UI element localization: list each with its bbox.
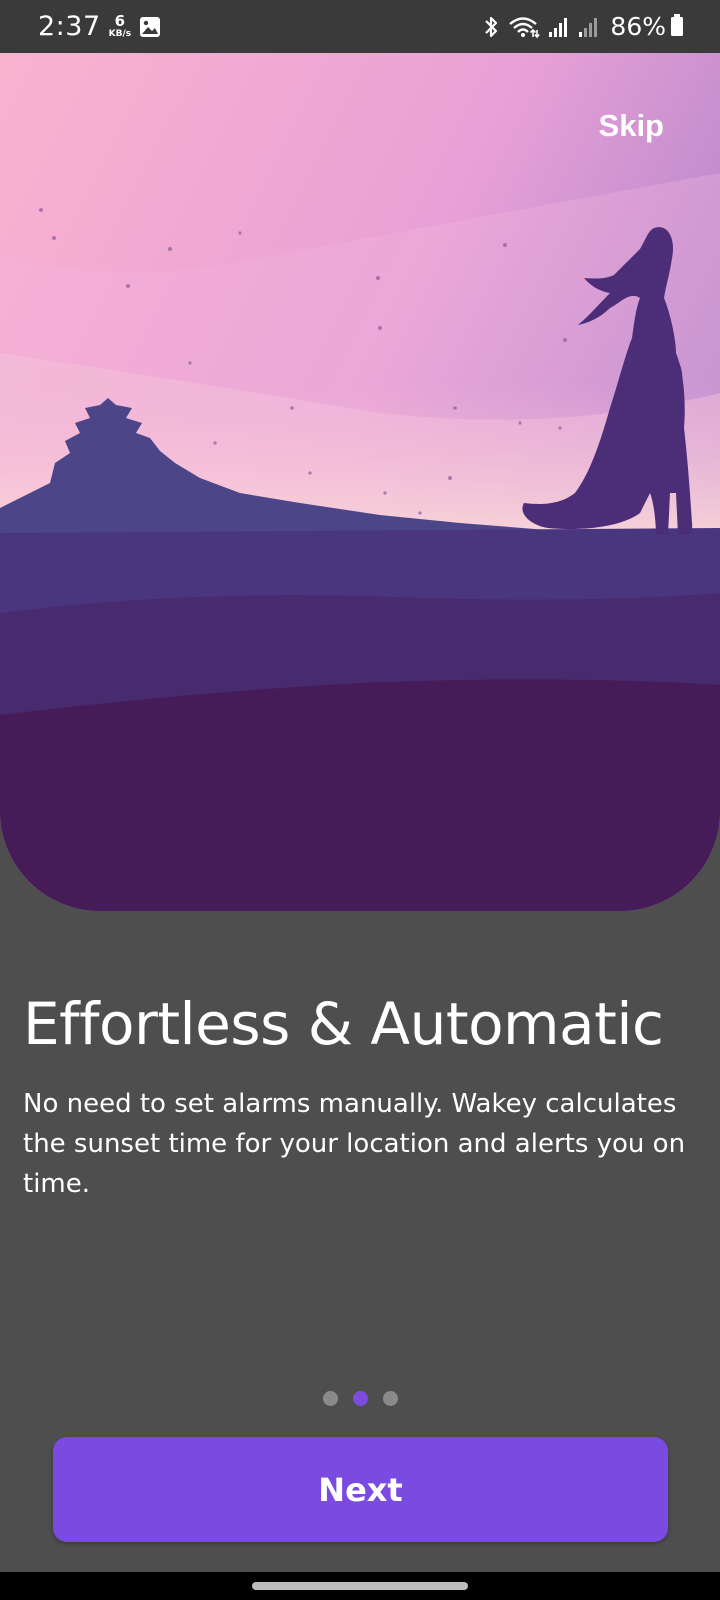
- skip-button[interactable]: Skip: [599, 108, 664, 144]
- battery-icon: [670, 13, 684, 41]
- page-dot-active[interactable]: [352, 1391, 368, 1406]
- status-time: 2:37: [38, 11, 101, 42]
- home-gesture-handle[interactable]: [252, 1582, 468, 1590]
- status-bar: 2:37 6 KB/s 86%: [0, 0, 720, 53]
- signal-icon: [578, 15, 600, 39]
- wifi-icon: [508, 15, 541, 39]
- onboarding-title: Effortless & Automatic: [23, 990, 664, 1058]
- signal-icon: [548, 15, 570, 39]
- network-speed-value: 6: [114, 12, 126, 30]
- page-dot[interactable]: [322, 1391, 338, 1406]
- battery-percent: 86%: [610, 12, 666, 41]
- status-bar-right: 86%: [474, 12, 684, 41]
- network-speed: 6 KB/s: [109, 14, 131, 39]
- page-indicator: [0, 1391, 720, 1406]
- status-bar-left: 2:37 6 KB/s: [38, 11, 161, 42]
- onboarding-screen: 2:37 6 KB/s 86% Skip Effortless & Automa…: [0, 0, 720, 1600]
- sunset-silhouette-illustration: [0, 53, 720, 911]
- network-speed-unit: KB/s: [108, 29, 132, 39]
- hero-illustration: [0, 53, 720, 911]
- gallery-icon: [139, 16, 161, 38]
- next-button[interactable]: Next: [53, 1437, 668, 1542]
- bluetooth-icon: [482, 15, 500, 39]
- page-dot[interactable]: [382, 1391, 398, 1406]
- onboarding-description: No need to set alarms manually. Wakey ca…: [23, 1089, 686, 1199]
